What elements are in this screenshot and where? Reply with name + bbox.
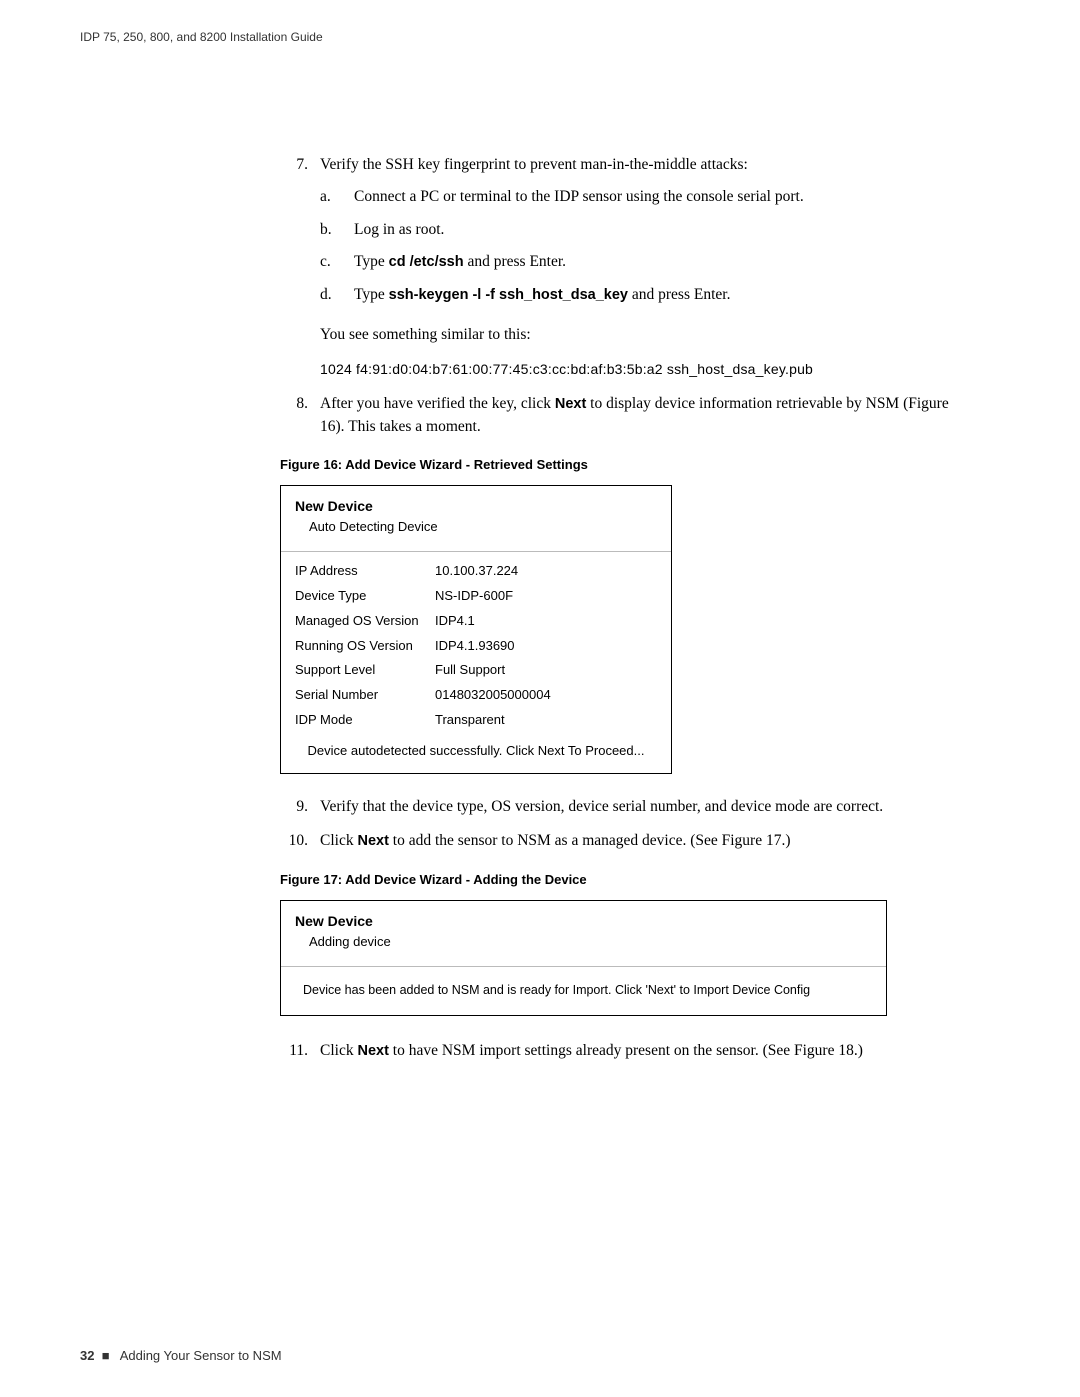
step-text: Click Next to have NSM import settings a… — [320, 1040, 970, 1062]
page-footer: 32 ■ Adding Your Sensor to NSM — [80, 1348, 282, 1363]
dialog-footer: Device autodetected successfully. Click … — [295, 736, 657, 761]
step-10: 10. Click Next to add the sensor to NSM … — [280, 830, 970, 852]
dialog-body: IP Address10.100.37.224 Device TypeNS-ID… — [281, 552, 671, 773]
substep-d: d. Type ssh-keygen -l -f ssh_host_dsa_ke… — [320, 284, 970, 306]
bold-next: Next — [555, 396, 586, 412]
value: 0148032005000004 — [435, 686, 551, 705]
step-text: After you have verified the key, click N… — [320, 393, 970, 438]
terminal-output: 1024 f4:91:d0:04:b7:61:00:77:45:c3:cc:bd… — [320, 359, 970, 379]
new-device-dialog-adding: New Device Adding device Device has been… — [280, 900, 887, 1016]
value: IDP4.1.93690 — [435, 637, 515, 656]
step-11: 11. Click Next to have NSM import settin… — [280, 1040, 970, 1062]
step-9: 9. Verify that the device type, OS versi… — [280, 796, 970, 818]
page-number: 32 — [80, 1348, 94, 1363]
key: Device Type — [295, 587, 435, 606]
value: Transparent — [435, 711, 505, 730]
value: Full Support — [435, 661, 505, 680]
substep-text: Connect a PC or terminal to the IDP sens… — [354, 186, 970, 208]
substep-text: Type cd /etc/ssh and press Enter. — [354, 251, 970, 273]
step-text: Verify that the device type, OS version,… — [320, 796, 970, 818]
dialog-subtitle: Adding device — [295, 933, 872, 952]
key: Support Level — [295, 661, 435, 680]
command: cd /etc/ssh — [389, 254, 464, 270]
figure-17-caption: Figure 17: Add Device Wizard - Adding th… — [280, 871, 970, 890]
footer-text: Adding Your Sensor to NSM — [120, 1348, 282, 1363]
substep-c: c. Type cd /etc/ssh and press Enter. — [320, 251, 970, 273]
new-device-dialog-retrieved: New Device Auto Detecting Device IP Addr… — [280, 485, 672, 774]
footer-sep: ■ — [102, 1348, 110, 1363]
substep-letter: b. — [320, 219, 354, 241]
substep-letter: a. — [320, 186, 354, 208]
step-8: 8. After you have verified the key, clic… — [280, 393, 970, 438]
note-text: You see something similar to this: — [320, 324, 970, 346]
substep-a: a. Connect a PC or terminal to the IDP s… — [320, 186, 970, 208]
key: Serial Number — [295, 686, 435, 705]
key: IDP Mode — [295, 711, 435, 730]
dialog-message: Device has been added to NSM and is read… — [281, 967, 886, 1015]
step-7: 7. Verify the SSH key fingerprint to pre… — [280, 154, 970, 312]
table-row: IP Address10.100.37.224 — [295, 562, 657, 581]
substep-b: b. Log in as root. — [320, 219, 970, 241]
command: ssh-keygen -l -f ssh_host_dsa_key — [389, 287, 628, 303]
table-row: IDP ModeTransparent — [295, 711, 657, 730]
text: Click — [320, 832, 357, 849]
text: After you have verified the key, click — [320, 395, 555, 412]
text: Type — [354, 253, 389, 270]
step-number: 10. — [280, 830, 320, 852]
value: IDP4.1 — [435, 612, 475, 631]
key: IP Address — [295, 562, 435, 581]
text: Click — [320, 1042, 357, 1059]
text: and press Enter. — [628, 286, 730, 303]
step-number: 9. — [280, 796, 320, 818]
substep-letter: c. — [320, 251, 354, 273]
step-number: 8. — [280, 393, 320, 438]
table-row: Serial Number0148032005000004 — [295, 686, 657, 705]
key: Running OS Version — [295, 637, 435, 656]
step-text: Click Next to add the sensor to NSM as a… — [320, 830, 970, 852]
text: to add the sensor to NSM as a managed de… — [389, 832, 791, 849]
table-row: Device TypeNS-IDP-600F — [295, 587, 657, 606]
step-number: 7. — [280, 154, 320, 312]
dialog-title: New Device — [295, 911, 872, 931]
table-row: Managed OS VersionIDP4.1 — [295, 612, 657, 631]
text: to have NSM import settings already pres… — [389, 1042, 863, 1059]
dialog-title: New Device — [295, 496, 657, 516]
substep-text: Type ssh-keygen -l -f ssh_host_dsa_key a… — [354, 284, 970, 306]
dialog-subtitle: Auto Detecting Device — [295, 518, 657, 537]
substep-text: Log in as root. — [354, 219, 970, 241]
step-text: Verify the SSH key fingerprint to preven… — [320, 156, 748, 173]
value: 10.100.37.224 — [435, 562, 518, 581]
page-header: IDP 75, 250, 800, and 8200 Installation … — [80, 30, 1000, 44]
key: Managed OS Version — [295, 612, 435, 631]
value: NS-IDP-600F — [435, 587, 513, 606]
figure-16-caption: Figure 16: Add Device Wizard - Retrieved… — [280, 456, 970, 475]
text: Type — [354, 286, 389, 303]
bold-next: Next — [357, 833, 388, 849]
content-area: 7. Verify the SSH key fingerprint to pre… — [280, 154, 970, 1062]
text: and press Enter. — [464, 253, 566, 270]
table-row: Support LevelFull Support — [295, 661, 657, 680]
table-row: Running OS VersionIDP4.1.93690 — [295, 637, 657, 656]
bold-next: Next — [357, 1043, 388, 1059]
substep-letter: d. — [320, 284, 354, 306]
step-number: 11. — [280, 1040, 320, 1062]
